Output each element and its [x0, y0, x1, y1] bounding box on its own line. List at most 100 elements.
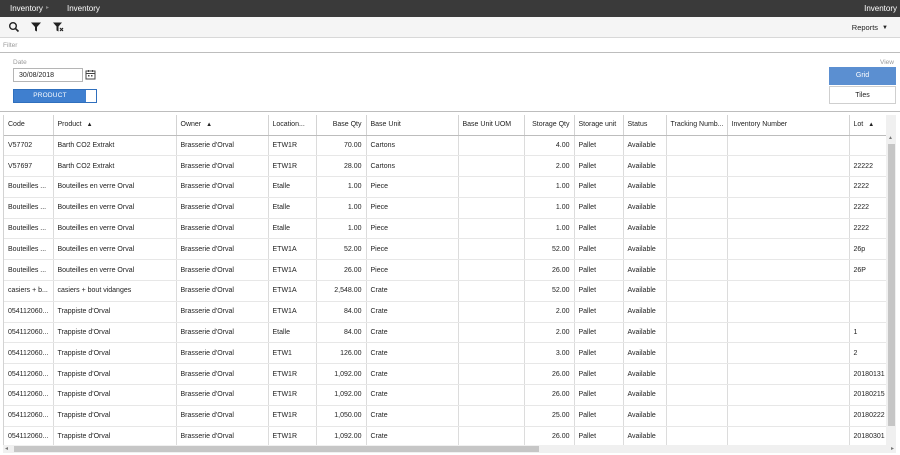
table-cell: Crate	[366, 280, 459, 302]
view-grid-button[interactable]: Grid	[829, 67, 896, 85]
table-cell: Pallet	[574, 135, 624, 157]
table-cell: Pallet	[574, 218, 624, 240]
table-row[interactable]: 054112060... Trappiste d'Orval Brasserie d…	[4, 405, 886, 427]
table-cell: 1.00	[524, 176, 575, 198]
search-icon[interactable]	[8, 21, 20, 33]
view-tiles-button[interactable]: Tiles	[829, 86, 896, 104]
table-cell: 26.00	[524, 259, 575, 282]
column-header[interactable]: Location...	[268, 115, 317, 136]
column-header-label: Base Unit	[370, 121, 401, 129]
table-cell: Available	[623, 176, 667, 198]
column-header[interactable]: Storage unit	[574, 115, 624, 136]
table-cell: 84.00	[316, 322, 367, 344]
table-cell: Cartons	[366, 135, 459, 157]
table-cell: Piece	[366, 259, 459, 282]
table-cell: Available	[623, 384, 667, 406]
table-cell: 52.00	[316, 238, 367, 261]
table-cell: Etalle	[268, 322, 317, 344]
product-toggle[interactable]: PRODUCT	[13, 89, 97, 103]
table-cell: Bouteilles en verre Orval	[53, 259, 177, 282]
table-cell	[727, 405, 850, 427]
table-cell: 28.00	[316, 155, 367, 178]
product-toggle-label: PRODUCT	[14, 90, 86, 102]
scroll-right-icon[interactable]: ▸	[891, 445, 894, 453]
table-cell: 4.00	[524, 135, 575, 157]
table-cell: Pallet	[574, 322, 624, 344]
table-cell	[458, 301, 525, 323]
table-row[interactable]: 054112060... Trappiste d'Orval Brasserie d…	[4, 426, 886, 446]
table-row[interactable]: Bouteilles ... Bouteilles en verre Orval B…	[4, 218, 886, 240]
table-cell: Crate	[366, 426, 459, 446]
table-cell: 26.00	[524, 384, 575, 406]
vertical-scroll-thumb[interactable]	[888, 144, 895, 426]
table-row[interactable]: 054112060... Trappiste d'Orval Brasserie d…	[4, 342, 886, 365]
table-cell: Available	[623, 363, 667, 386]
clear-filter-icon[interactable]	[52, 21, 64, 33]
column-header[interactable]: Status	[623, 115, 667, 136]
table-cell	[849, 135, 886, 157]
table-cell	[727, 155, 850, 178]
table-cell	[458, 405, 525, 427]
breadcrumb-inventory[interactable]: Inventory	[67, 4, 100, 13]
calendar-icon[interactable]	[84, 68, 97, 82]
table-cell	[458, 426, 525, 446]
column-header-label: Storage unit	[578, 121, 617, 129]
table-row[interactable]: 054112060... Trappiste d'Orval Brasserie d…	[4, 363, 886, 386]
sort-ascending-icon: ▲	[86, 122, 93, 129]
date-input[interactable]: 30/08/2018	[13, 68, 83, 82]
table-cell: Available	[623, 426, 667, 446]
reports-dropdown[interactable]: Reports ▼	[852, 23, 888, 32]
table-row[interactable]: casiers + b... casiers + bout vidanges Bra…	[4, 280, 886, 302]
table-cell	[458, 384, 525, 406]
table-row[interactable]: V57702 Barth CO2 Extrakt Brasserie d'Orval…	[4, 135, 886, 157]
table-cell: 1.00	[316, 218, 367, 240]
table-row[interactable]: V57697 Barth CO2 Extrakt Brasserie d'Orval…	[4, 155, 886, 178]
column-header[interactable]: Base Qty	[316, 115, 367, 136]
table-cell: 26.00	[524, 426, 575, 446]
table-cell: Trappiste d'Orval	[53, 301, 177, 323]
horizontal-scrollbar[interactable]: ◂ ▸	[3, 445, 896, 453]
column-header[interactable]: Inventory Number	[727, 115, 850, 136]
table-cell	[666, 218, 728, 240]
table-cell: Barth CO2 Extrakt	[53, 155, 177, 178]
table-cell: V57702	[4, 135, 54, 157]
column-header[interactable]: Base Unit	[366, 115, 459, 136]
filter-icon[interactable]	[30, 21, 42, 33]
column-header[interactable]: Lot ▲	[849, 115, 886, 136]
table-cell: 126.00	[316, 342, 367, 365]
column-header-label: Product	[57, 121, 82, 129]
table-cell: 1	[849, 322, 886, 344]
table-cell	[666, 363, 728, 386]
breadcrumb-inventory-root[interactable]: Inventory	[10, 4, 43, 13]
table-cell: ETW1R	[268, 405, 317, 427]
table-row[interactable]: Bouteilles ... Bouteilles en verre Orval B…	[4, 238, 886, 261]
table-cell: Bouteilles ...	[4, 197, 54, 219]
column-header[interactable]: Tracking Numb...	[666, 115, 728, 136]
table-cell: 70.00	[316, 135, 367, 157]
table-cell: Etalle	[268, 218, 317, 240]
column-header[interactable]: Storage Qty	[524, 115, 575, 136]
table-row[interactable]: 054112060... Trappiste d'Orval Brasserie d…	[4, 384, 886, 406]
column-header[interactable]: Code	[4, 115, 54, 136]
scroll-left-icon[interactable]: ◂	[5, 445, 8, 453]
column-header[interactable]: Product ▲	[53, 115, 177, 136]
table-cell: Pallet	[574, 155, 624, 178]
table-row[interactable]: Bouteilles ... Bouteilles en verre Orval B…	[4, 176, 886, 198]
table-cell: 25.00	[524, 405, 575, 427]
table-cell: 84.00	[316, 301, 367, 323]
table-cell: ETW1R	[268, 384, 317, 406]
table-cell: ETW1R	[268, 155, 317, 178]
horizontal-scroll-thumb[interactable]	[14, 446, 539, 452]
table-row[interactable]: 054112060... Trappiste d'Orval Brasserie d…	[4, 301, 886, 323]
table-row[interactable]: Bouteilles ... Bouteilles en verre Orval B…	[4, 259, 886, 282]
table-cell: Brasserie d'Orval	[176, 259, 269, 282]
table-row[interactable]: 054112060... Trappiste d'Orval Brasserie d…	[4, 322, 886, 344]
column-header[interactable]: Base Unit UOM	[458, 115, 525, 136]
table-row[interactable]: Bouteilles ... Bouteilles en verre Orval B…	[4, 197, 886, 219]
table-cell: Pallet	[574, 426, 624, 446]
table-cell: 2222	[849, 197, 886, 219]
table-cell: 2,548.00	[316, 280, 367, 302]
column-header[interactable]: Owner ▲	[176, 115, 269, 136]
vertical-scrollbar[interactable]: ▲	[886, 115, 896, 446]
scroll-up-icon[interactable]: ▲	[888, 135, 893, 141]
